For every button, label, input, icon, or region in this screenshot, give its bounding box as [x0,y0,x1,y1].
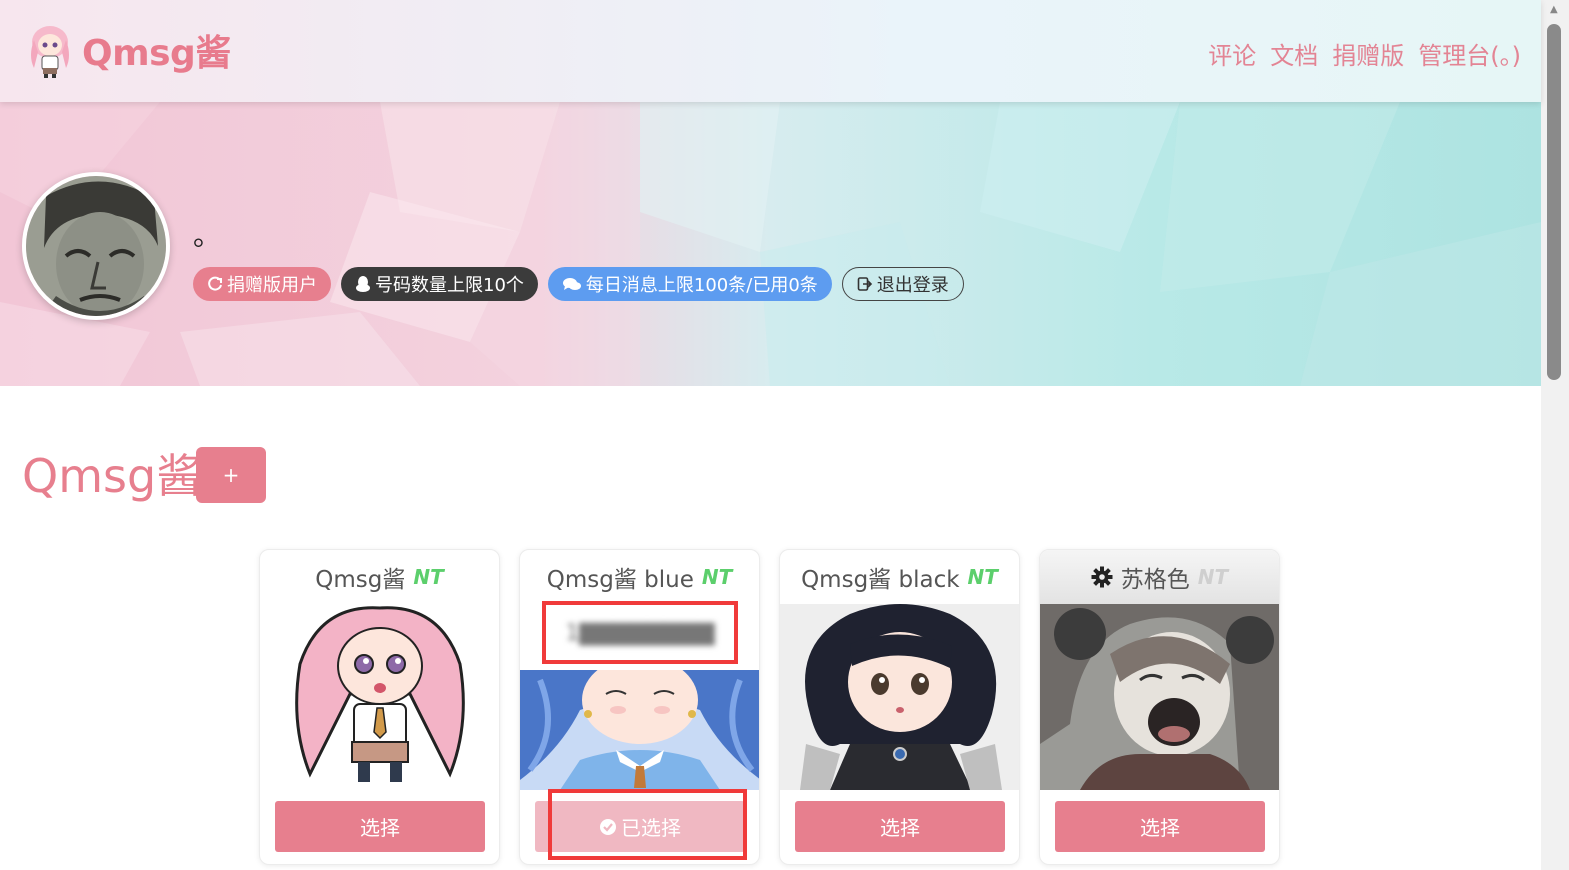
select-button[interactable]: 选择 [795,801,1005,852]
nt-tag: NT [701,565,733,589]
nav-links: 评论 文档 捐赠版 管理台(。) [1208,36,1521,71]
brand-link[interactable]: Qmsg酱 [24,22,231,78]
select-button[interactable]: 选择 [275,801,485,852]
qq-penguin-icon [356,276,370,292]
nav-link-console[interactable]: 管理台(。) [1418,36,1521,71]
donor-badge-label: 捐赠版用户 [227,275,317,296]
profile-hero: 。 捐赠版用户 号码数量上限10个 每日消息上限100条/已用0条 退出登录 [0,102,1541,386]
scroll-up-arrow-icon[interactable]: ▲ [1550,4,1558,15]
bot-card-custom: 苏格色 NT 选择 [1039,549,1280,865]
nt-tag: NT [413,565,444,589]
card-title: Qmsg酱 [315,567,406,593]
card-header: Qmsg酱 blue NT [520,550,759,604]
black-mascot-image [780,604,1019,790]
card-title: 苏格色 [1120,567,1190,593]
chat-bubbles-icon [562,278,581,290]
select-button[interactable]: 选择 [1055,801,1265,852]
card-title: Qmsg酱 blue [546,567,694,593]
card-header: Qmsg酱 black NT [780,550,1019,604]
mascot-logo-icon [31,26,69,78]
highlight-box-selected-button [548,789,747,860]
logout-button[interactable]: 退出登录 [841,267,964,301]
blue-mascot-image [520,670,759,790]
brand-name: Qmsg酱 [82,33,231,74]
message-limit-badge: 每日消息上限100条/已用0条 [547,267,832,301]
username: 。 [193,219,222,252]
nt-tag: NT [1197,565,1229,589]
profile-badges: 捐赠版用户 号码数量上限10个 每日消息上限100条/已用0条 退出登录 [193,267,964,301]
card-header: Qmsg酱 NT [260,550,499,604]
user-avatar [22,172,170,320]
nav-link-docs[interactable]: 文档 [1270,36,1318,71]
nav-link-donate[interactable]: 捐赠版 [1332,36,1404,71]
gear-icon[interactable] [1091,566,1113,588]
card-title: Qmsg酱 black [801,567,960,593]
bot-card-black: Qmsg酱 black NT 选择 [779,549,1020,865]
bot-card-pink: Qmsg酱 NT 选择 [259,549,500,865]
nt-tag: NT [967,565,998,589]
pink-mascot-image [260,604,499,790]
section-title: Qmsg酱 [22,449,203,503]
custom-avatar-image [1040,604,1279,790]
page: Qmsg酱 评论 文档 捐赠版 管理台(。) 。 捐赠版用户 号码数量上限10个… [0,0,1569,870]
highlight-box-qq-number [542,601,738,664]
sign-out-icon [857,277,872,291]
card-header: 苏格色 NT [1040,550,1279,604]
hero-background-pattern [0,102,1541,386]
nav-link-comments[interactable]: 评论 [1208,36,1256,71]
message-limit-label: 每日消息上限100条/已用0条 [585,275,818,296]
donor-badge: 捐赠版用户 [193,267,331,301]
qq-limit-label: 号码数量上限10个 [375,275,524,296]
logout-label: 退出登录 [876,275,949,296]
scrollbar-thumb[interactable] [1547,24,1561,380]
qq-limit-badge: 号码数量上限10个 [341,267,538,301]
top-navbar: Qmsg酱 评论 文档 捐赠版 管理台(。) [0,0,1541,102]
sync-icon [208,276,222,291]
page-scrollbar[interactable]: ▲ [1541,0,1569,870]
add-button[interactable]: + [196,447,266,503]
